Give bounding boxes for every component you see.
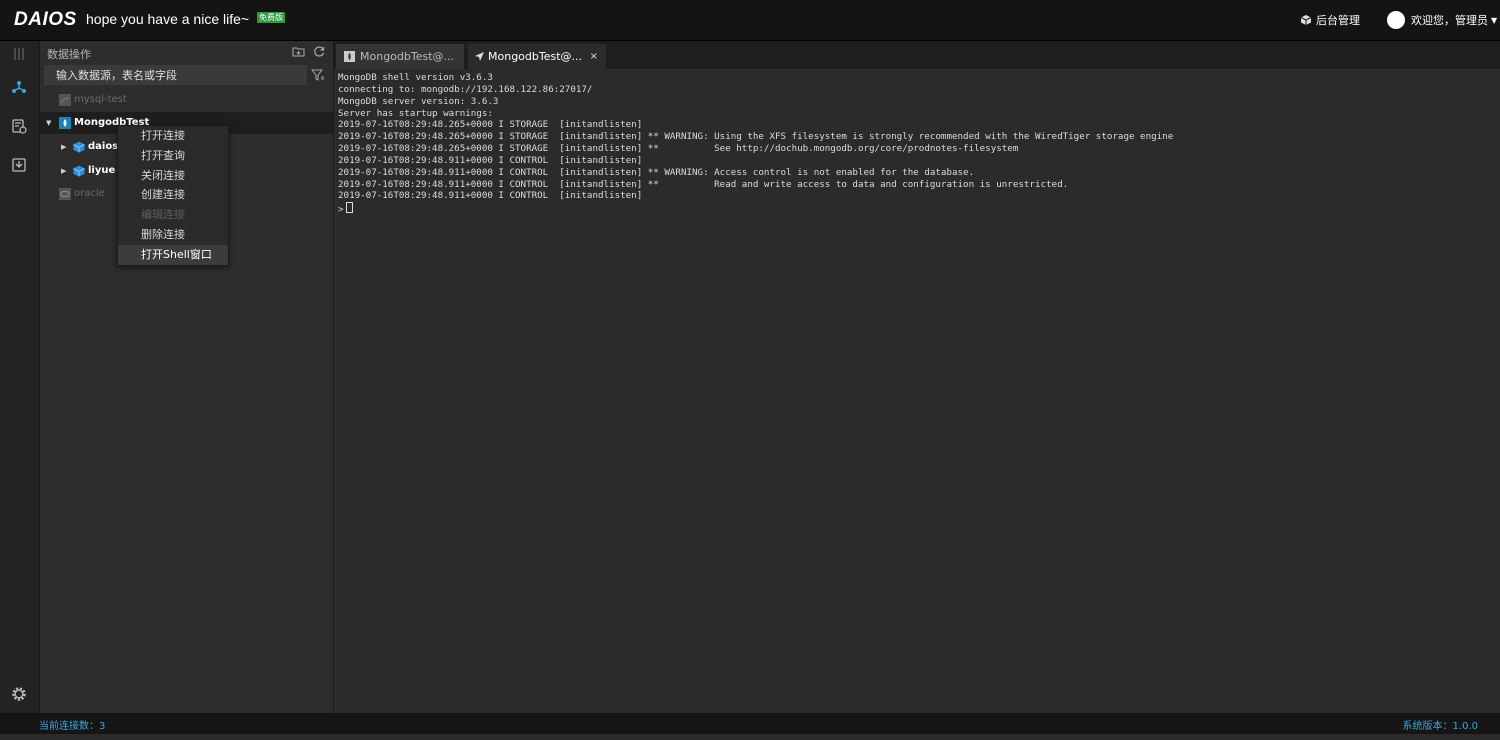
tree-item-label: mysql-test	[74, 94, 127, 105]
tab-mongodb-query[interactable]: MongodbTest@...	[336, 44, 464, 69]
chevron-down-icon: ▼	[1491, 16, 1498, 25]
menu-item-open-shell[interactable]: 打开Shell窗口	[118, 244, 228, 265]
caret-right-icon[interactable]: ▶	[61, 136, 66, 158]
shell-line: 2019-07-16T08:29:48.911+0000 I CONTROL […	[338, 166, 975, 178]
shell-line: 2019-07-16T08:29:48.265+0000 I STORAGE […	[338, 131, 1174, 143]
shell-line: 2019-07-16T08:29:48.911+0000 I CONTROL […	[338, 178, 1069, 190]
database-settings-icon[interactable]	[10, 117, 28, 135]
tree-item-label: liyue	[88, 165, 116, 176]
app-slogan: hope you have a nice life~	[86, 11, 250, 27]
import-icon[interactable]	[10, 156, 28, 174]
shell-output[interactable]: MongoDB shell version v3.6.3 connecting …	[338, 72, 1488, 216]
edition-badge: 免费版	[257, 12, 285, 23]
shell-line: 2019-07-16T08:29:48.911+0000 I CONTROL […	[338, 154, 643, 166]
close-icon[interactable]: ×	[590, 44, 598, 69]
caret-right-icon[interactable]: ▶	[61, 160, 66, 182]
data-operation-icon[interactable]	[10, 78, 28, 96]
tab-label: MongodbTest@...	[488, 50, 583, 63]
shell-line: 2019-07-16T08:29:48.265+0000 I STORAGE […	[338, 119, 643, 131]
oracle-icon	[59, 188, 71, 200]
menu-item-create-connection[interactable]: 创建连接	[118, 185, 228, 205]
menu-item-delete-connection[interactable]: 删除连接	[118, 225, 228, 245]
mysql-icon	[59, 94, 71, 106]
mongodb-icon	[344, 51, 355, 62]
tab-mongodb-shell[interactable]: MongodbTest@... ×	[468, 44, 606, 69]
top-bar: DAIOS hope you have a nice life~ 免费版 后台管…	[0, 0, 1500, 41]
user-greeting: 欢迎您，管理员	[1411, 14, 1488, 27]
new-folder-icon[interactable]	[292, 45, 305, 58]
editor-tabs: MongodbTest@... MongodbTest@... ×	[334, 41, 1500, 69]
connection-count: 当前连接数：3	[39, 721, 106, 732]
search-input[interactable]	[44, 65, 307, 85]
admin-link[interactable]: 后台管理	[1300, 12, 1360, 28]
app-logo[interactable]: DAIOS	[14, 9, 77, 31]
send-icon	[475, 52, 484, 61]
tree-item-mysql[interactable]: mysql-test	[40, 89, 333, 111]
caret-down-icon[interactable]: ▼	[46, 112, 51, 134]
gear-icon[interactable]	[10, 685, 28, 703]
cube-icon	[1300, 15, 1312, 25]
panel-title: 数据操作	[47, 48, 91, 61]
mongodb-icon	[59, 117, 71, 129]
shell-cursor[interactable]	[345, 202, 353, 214]
shell-line: Server has startup warnings:	[338, 107, 493, 119]
database-icon	[73, 141, 85, 153]
menu-item-edit-connection: 编辑连接	[141, 208, 185, 222]
tab-label: MongodbTest@...	[360, 50, 455, 63]
context-menu: 打开连接 打开查询 关闭连接 创建连接 编辑连接 删除连接 打开Shell窗口	[117, 125, 229, 266]
menu-item-close-connection[interactable]: 关闭连接	[118, 166, 228, 186]
shell-prompt: >	[338, 204, 344, 216]
menu-item-open-connection[interactable]: 打开连接	[118, 126, 228, 146]
avatar	[1387, 11, 1405, 29]
shell-line: connecting to: mongodb://192.168.122.86:…	[338, 83, 593, 95]
icon-rail	[0, 41, 40, 713]
tree-item-label: daios	[88, 141, 119, 152]
system-version: 系统版本：1.0.0	[1402, 721, 1478, 732]
status-bar: 当前连接数：3 系统版本：1.0.0	[0, 713, 1500, 734]
shell-line: 2019-07-16T08:29:48.265+0000 I STORAGE […	[338, 143, 1019, 155]
shell-line: MongoDB shell version v3.6.3	[338, 72, 493, 83]
tree-item-label: oracle	[74, 188, 105, 199]
database-icon	[73, 165, 85, 177]
shell-line: MongoDB server version: 3.6.3	[338, 95, 499, 107]
refresh-icon[interactable]	[313, 45, 326, 58]
collapse-panel-icon[interactable]	[10, 45, 28, 63]
user-menu[interactable]: 欢迎您，管理员 ▼	[1387, 11, 1497, 29]
menu-item-open-query[interactable]: 打开查询	[118, 146, 228, 166]
filter-icon[interactable]	[311, 68, 325, 82]
admin-label: 后台管理	[1316, 14, 1360, 27]
shell-line: 2019-07-16T08:29:48.911+0000 I CONTROL […	[338, 190, 643, 202]
